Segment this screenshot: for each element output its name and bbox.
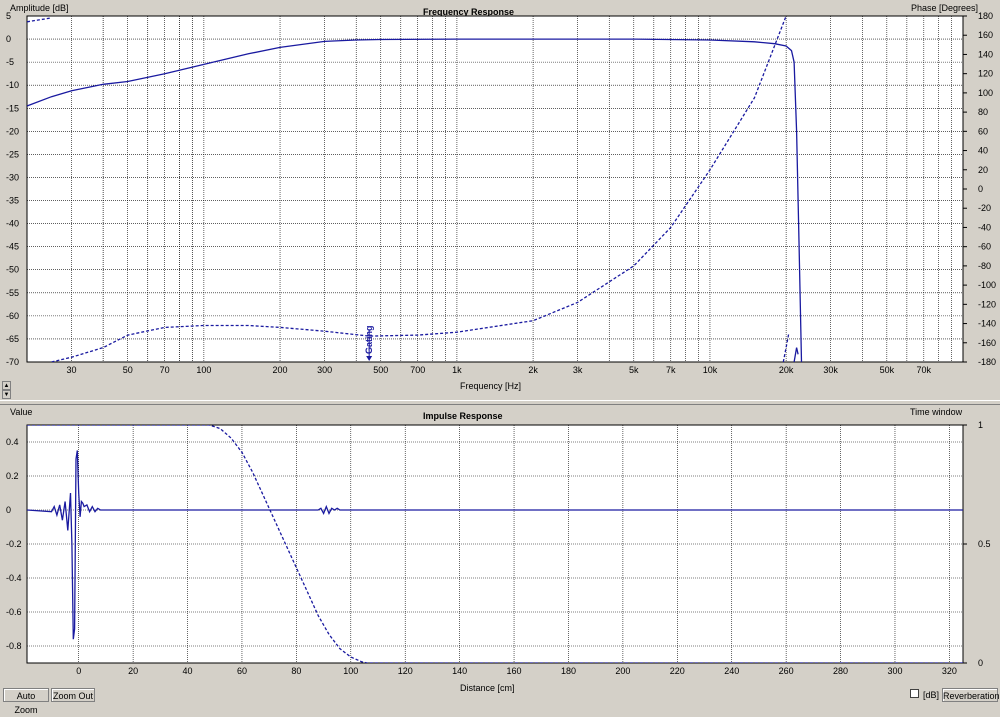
imp-y2-tick-label: 0 bbox=[978, 658, 983, 668]
imp-x-tick-label: 120 bbox=[398, 666, 413, 676]
imp-y-tick-label: -0.6 bbox=[6, 607, 22, 617]
imp-y-tick-label: 0.4 bbox=[6, 437, 19, 447]
imp-x-tick-label: 100 bbox=[343, 666, 358, 676]
imp-x-tick-label: 160 bbox=[507, 666, 522, 676]
imp-x-tick-label: 200 bbox=[615, 666, 630, 676]
imp-y2-tick-label: 1 bbox=[978, 420, 983, 430]
imp-x-tick-label: 220 bbox=[670, 666, 685, 676]
imp-x-tick-label: 180 bbox=[561, 666, 576, 676]
imp-y-tick-label: -0.2 bbox=[6, 539, 22, 549]
zoom-out-button[interactable]: Zoom Out bbox=[51, 688, 95, 702]
impulse-response-chart[interactable]: 0 20 40 60 80 100 120 140 160 180 200 220 240 260 280 3… bbox=[0, 0, 1000, 713]
db-checkbox[interactable] bbox=[910, 689, 919, 698]
imp-y-tick-label: 0 bbox=[6, 505, 11, 515]
reverberation-button[interactable]: Reverberation bbox=[942, 688, 1000, 702]
imp-y-tick-label: -0.4 bbox=[6, 573, 22, 583]
imp-x-tick-label: 80 bbox=[291, 666, 301, 676]
db-checkbox-label: [dB] bbox=[923, 690, 940, 700]
imp-x-tick-label: 140 bbox=[452, 666, 467, 676]
imp-x-tick-label: 0 bbox=[76, 666, 81, 676]
auto-zoom-button[interactable]: Auto Zoom bbox=[3, 688, 49, 715]
imp-y2-tick-label: 0.5 bbox=[978, 539, 991, 549]
imp-x-tick-label: 20 bbox=[128, 666, 138, 676]
imp-y-tick-label: 0.2 bbox=[6, 471, 19, 481]
imp-x-tick-label: 300 bbox=[887, 666, 902, 676]
imp-y-tick-label: -0.8 bbox=[6, 641, 22, 651]
distance-axis-label: Distance [cm] bbox=[460, 683, 515, 693]
imp-x-tick-label: 260 bbox=[779, 666, 794, 676]
imp-x-tick-label: 320 bbox=[942, 666, 957, 676]
imp-x-tick-label: 240 bbox=[724, 666, 739, 676]
imp-x-tick-label: 280 bbox=[833, 666, 848, 676]
imp-x-tick-label: 60 bbox=[237, 666, 247, 676]
imp-x-tick-label: 40 bbox=[183, 666, 193, 676]
